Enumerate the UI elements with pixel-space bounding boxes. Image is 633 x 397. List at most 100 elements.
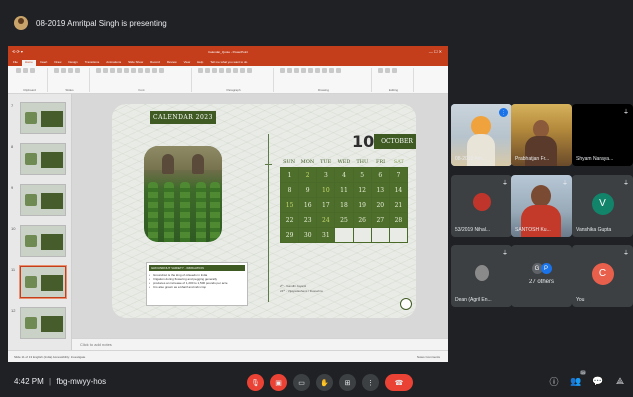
slide-thumbnail: 10 [11,225,66,257]
captions-icon: ▭ [298,379,305,387]
slide-thumbnails: 7 8 9 10 11 12 [8,94,72,350]
more-options-button[interactable]: ⋮ [362,374,379,391]
ppt-title-bar: ⟲ ⟳ ▾ Calendar_Quote - PowerPoint — ☐ ✕ [8,46,448,57]
participant-name: 53/2019 Nihal... [455,227,491,233]
weekday-wed: WED [337,159,351,165]
info-box: GROUNDNUT VARIETY - IRRIGATION Groundnut… [146,262,248,306]
calendar-day: 12 [353,183,371,197]
participant-name: You [576,297,585,303]
participant-tile[interactable]: V ⏚ Vanshika Gupta [572,175,633,237]
participant-tile[interactable]: ⋮ 08-2019 Am... [451,104,512,166]
self-avatar: C [591,262,614,285]
captions-button[interactable]: ▭ [293,374,310,391]
presenter-avatar [14,16,28,30]
participant-name: Dean (Agril En... [455,297,492,303]
people-icon: 👥 [570,375,582,386]
calendar-day: 24 [317,213,335,227]
status-right: Notes Comments [416,355,440,359]
calendar-day: 5 [353,168,371,182]
presenting-bar: 08-2019 Amritpal Singh is presenting [0,0,633,46]
call-controls: 🎙 ▣ ▭ ✋ ⊞ ⋮ ☎ [247,374,413,391]
chat-icon: 💬 [592,375,604,386]
raise-hand-button[interactable]: ✋ [316,374,333,391]
menu-slideshow: Slide Show [128,60,144,64]
ppt-status-bar: Slide 11 of 13 English (India) Accessibi… [8,350,448,362]
participant-tile[interactable]: ⏚ Shyam Naraya... [572,104,633,166]
slide-thumbnail-selected: 11 [11,266,66,298]
mic-off-icon: ⏚ [501,181,508,187]
calendar-day: 1 [281,168,299,182]
calendar-day: 20 [371,198,389,212]
speaking-indicator-icon: ⋮ [499,108,508,117]
calendar-day: 3 [317,168,335,182]
calendar-day: 28 [389,213,407,227]
calendar-day: 9 [299,183,317,197]
meeting-details-button[interactable]: ⓘ [547,374,561,388]
calendar-day: 23 [299,213,317,227]
slide-thumbnail: 12 [11,307,66,339]
participant-tile[interactable]: ⏚ SANTOSH Ku... [511,175,572,237]
slide-thumbnail: 7 [11,102,66,134]
weekday-sat: SAT [393,159,404,165]
weekday-thu: THU [356,159,369,165]
others-avatar: P [540,263,552,274]
mic-toggle-button[interactable]: 🎙 [247,374,264,391]
calendar-day: 10 [317,183,335,197]
menu-design: Design [68,60,78,64]
more-vert-icon: ⋮ [367,379,374,387]
ribbon-group-font: Font [92,68,192,92]
calendar-day: 29 [281,228,299,242]
menu-review: Review [166,60,177,64]
notes-pane: Click to add notes [72,338,448,350]
menu-home: Home [21,60,36,66]
calendar-day: 22 [281,213,299,227]
month-label: OCTOBER [374,134,416,149]
holiday-notes: 2ᵗʰ - Gandhi Jayanti 24ᵗʰ - Vijayadasham… [280,284,323,294]
self-tile[interactable]: C ⏚ You [572,245,633,307]
others-tile[interactable]: G P 27 others [511,245,572,307]
meeting-info: 4:42 PM | fbg-mwyy-hos [14,377,107,386]
calendar-day: 16 [299,198,317,212]
calendar-slide: CALENDAR 2023 10 OCTOBER SUN MON TUE WED… [112,104,416,318]
people-button[interactable]: 👥 34 [569,370,586,388]
participant-name: Vanshika Gupta [576,227,612,233]
participant-tile[interactable]: Prabhatjan Fr... [511,104,572,166]
mic-off-icon: ⏚ [501,251,508,257]
ppt-ribbon: Clipboard Slides Font Paragraph Drawing … [8,66,448,94]
window-controls-icon: — ☐ ✕ [428,49,442,54]
calendar-day: 13 [371,183,389,197]
participant-tile[interactable]: ⏚ Dean (Agril En... [451,245,512,307]
mic-off-icon: ⏚ [622,181,629,187]
participant-tile[interactable]: ⏚ 53/2019 Nihal... [451,175,512,237]
chat-button[interactable]: 💬 [591,374,605,388]
presenting-text: 08-2019 Amritpal Singh is presenting [36,18,167,28]
calendar-day: 6 [371,168,389,182]
calendar-day: 2 [299,168,317,182]
activities-icon: ⟁ [615,375,625,386]
mic-off-icon: ⏚ [561,181,568,187]
calendar-day: 17 [317,198,335,212]
calendar-day-empty [389,228,407,242]
info-line: It is also grown as a kharif and rabi cr… [149,285,245,289]
ribbon-group-drawing: Drawing [276,68,372,92]
calendar-day-empty [371,228,389,242]
present-icon: ⊞ [344,379,351,387]
leave-call-button[interactable]: ☎ [385,374,413,391]
field-photo [144,146,222,242]
participant-name: 08-2019 Am... [455,156,487,162]
people-count: 34 [579,370,586,375]
calendar-day: 25 [335,213,353,227]
menu-help: Help [197,60,204,64]
weekday-sun: SUN [283,159,296,165]
weekday-header: SUN MON TUE WED THU FRI SAT [280,159,408,165]
menu-view: View [183,60,191,64]
ribbon-group-editing: Editing [374,68,414,92]
mic-off-icon: 🎙 [251,379,260,387]
calendar-day: 7 [389,168,407,182]
meeting-code: fbg-mwyy-hos [56,377,107,386]
menu-draw: Draw [54,60,62,64]
camera-toggle-button[interactable]: ▣ [270,374,287,391]
side-panel-buttons: ⓘ 👥 34 💬 ⟁ [547,370,627,388]
present-button[interactable]: ⊞ [339,374,356,391]
activities-button[interactable]: ⟁ [613,374,627,388]
